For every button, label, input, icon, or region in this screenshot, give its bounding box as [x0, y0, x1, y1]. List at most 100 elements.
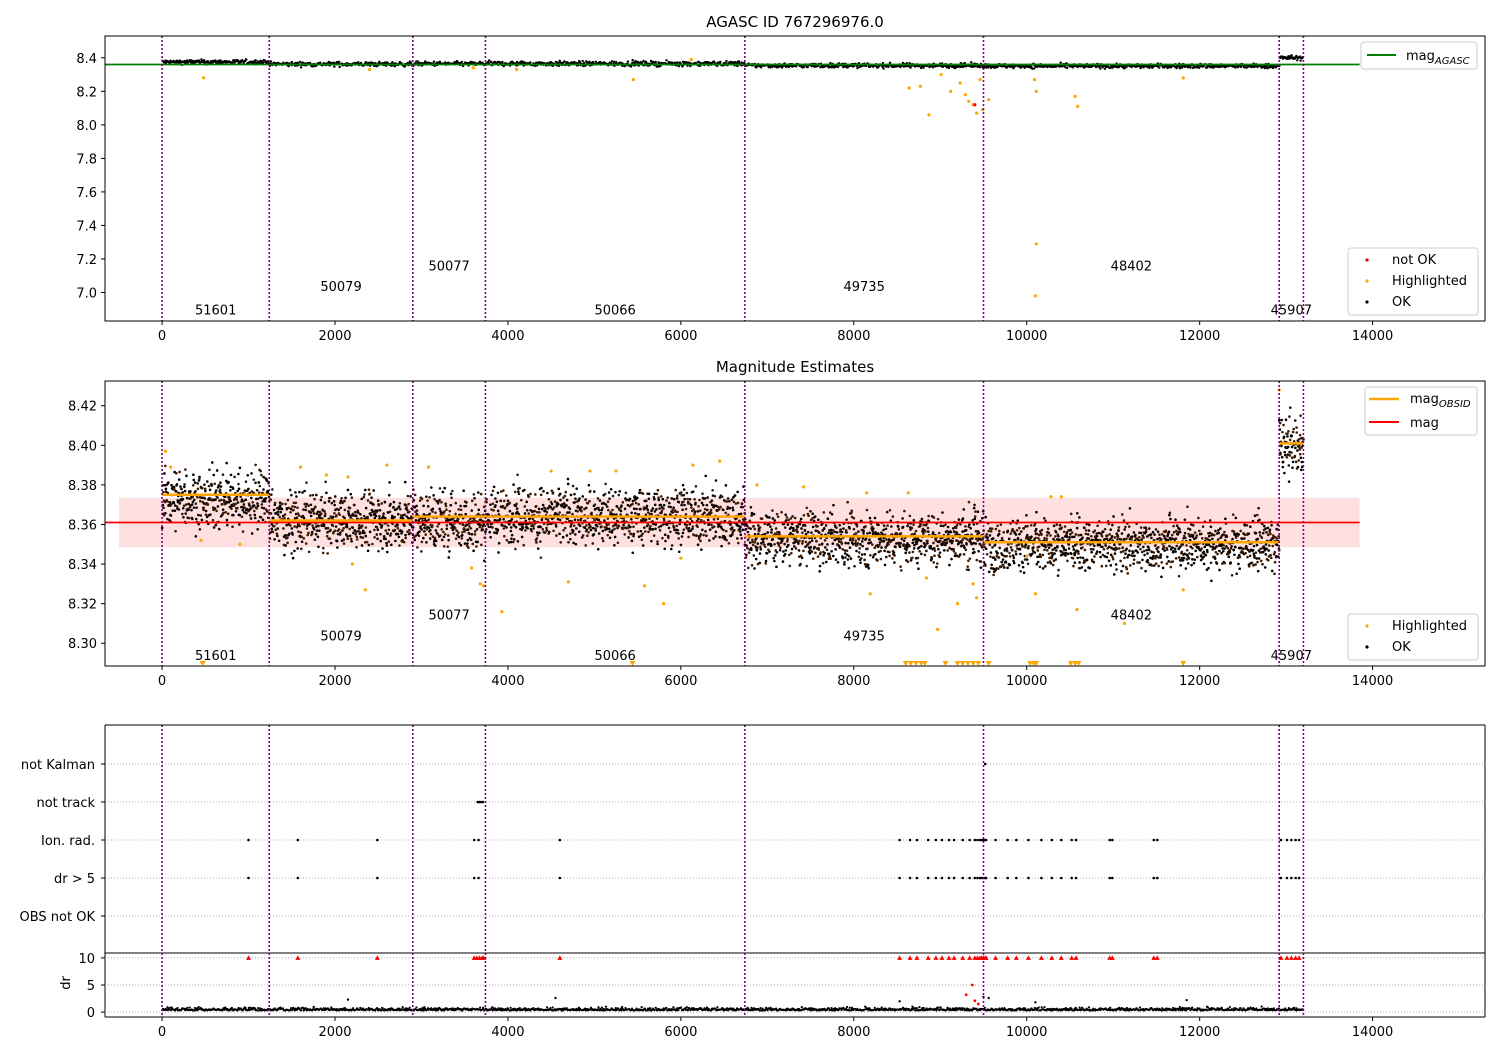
- data-point-ok: [400, 530, 404, 533]
- data-point-ok: [470, 509, 474, 512]
- data-point-ok: [433, 536, 437, 540]
- data-point-ok: [464, 504, 468, 508]
- data-point-ok: [436, 524, 439, 528]
- data-point-ok: [656, 540, 659, 543]
- data-point-ok: [605, 527, 609, 531]
- data-point-ok: [380, 502, 384, 505]
- data-point-ok: [952, 549, 956, 553]
- data-point-ok: [256, 502, 259, 505]
- data-point-ok: [333, 65, 336, 68]
- data-point-ok: [172, 501, 176, 505]
- data-point-ok: [348, 534, 352, 538]
- data-point-ok: [855, 524, 859, 528]
- data-point-ok: [797, 549, 801, 552]
- data-point-ok: [620, 504, 623, 507]
- data-point-ok: [247, 487, 250, 491]
- data-point-ok: [454, 501, 458, 505]
- data-point-ok: [427, 518, 431, 521]
- data-point-ok: [832, 503, 835, 507]
- data-point-ok: [760, 517, 764, 520]
- data-point-ok: [958, 553, 962, 556]
- data-point-ok: [425, 495, 428, 498]
- data-point-ok: [700, 548, 703, 551]
- data-point-ok: [770, 544, 773, 547]
- data-point-ok: [578, 524, 582, 527]
- data-point-ok: [763, 545, 767, 549]
- data-point-ok: [643, 526, 646, 529]
- data-point-ok: [502, 489, 505, 492]
- data-point-ok: [529, 61, 532, 64]
- data-point-ok: [650, 512, 654, 516]
- data-point-ok: [719, 60, 722, 64]
- data-point-ok: [662, 519, 666, 522]
- data-point-ok: [323, 514, 327, 518]
- data-point-ok: [862, 529, 865, 533]
- data-point-ok: [679, 543, 683, 547]
- data-point-ok: [611, 508, 614, 512]
- data-point-ok: [477, 508, 481, 512]
- data-point-ok: [785, 516, 789, 519]
- data-point-ok: [954, 526, 958, 530]
- data-point-ok: [992, 573, 995, 577]
- obsid-label: 50079: [320, 280, 361, 295]
- data-point-ok: [937, 547, 940, 551]
- data-point-ok: [523, 488, 526, 492]
- data-point-ok: [672, 526, 676, 529]
- data-point-ok: [558, 518, 562, 522]
- data-point-ok: [879, 549, 882, 553]
- data-point-ok: [367, 488, 371, 491]
- data-point-ok: [201, 486, 204, 490]
- data-point-ok: [836, 65, 840, 69]
- data-point-ok: [973, 550, 976, 554]
- data-point-ok: [726, 505, 730, 509]
- data-point-ok: [994, 558, 997, 561]
- data-point-ok: [936, 562, 939, 565]
- data-point-ok: [604, 503, 608, 506]
- data-point-ok: [563, 526, 567, 530]
- data-point-ok: [364, 488, 367, 492]
- data-point-ok: [545, 526, 548, 530]
- data-point-ok: [212, 473, 216, 477]
- data-point-ok: [517, 512, 520, 516]
- data-point-ok: [571, 529, 575, 532]
- data-point-ok: [419, 525, 422, 528]
- data-point-ok: [189, 490, 192, 493]
- data-point-ok: [511, 540, 515, 544]
- data-point-ok: [309, 494, 312, 497]
- data-point-ok: [1189, 66, 1192, 69]
- data-point-ok: [398, 507, 402, 511]
- data-point-ok: [740, 502, 744, 505]
- data-point-highlighted: [978, 77, 982, 82]
- data-point-ok: [243, 506, 246, 509]
- data-point-ok: [972, 547, 975, 551]
- data-point-ok: [354, 514, 358, 517]
- data-point-ok: [628, 529, 631, 533]
- data-point-ok: [771, 517, 775, 520]
- data-point-ok: [649, 524, 652, 528]
- data-point-ok: [502, 499, 506, 503]
- data-point-ok: [581, 534, 585, 537]
- data-point-ok: [592, 490, 596, 493]
- data-point-ok: [574, 542, 578, 546]
- data-point-ok: [632, 507, 636, 511]
- data-point-highlighted: [201, 76, 206, 80]
- data-point-ok: [302, 537, 306, 540]
- data-point-ok: [473, 61, 476, 64]
- data-point-ok: [720, 544, 723, 548]
- data-point-ok: [256, 504, 260, 508]
- data-point-ok: [682, 500, 685, 504]
- data-point-ok: [885, 538, 888, 541]
- data-point-ok: [322, 523, 326, 527]
- data-point-ok: [653, 497, 656, 501]
- data-point-ok: [822, 526, 826, 530]
- data-point-ok: [572, 524, 576, 527]
- data-point-ok: [631, 502, 634, 506]
- data-point-ok: [272, 508, 276, 512]
- data-point-ok: [208, 468, 211, 472]
- data-point-ok: [689, 517, 692, 521]
- data-point-ok: [320, 495, 323, 499]
- data-point-ok: [661, 536, 664, 540]
- data-point-ok: [313, 538, 317, 541]
- data-point-ok: [501, 60, 504, 64]
- data-point-ok: [658, 529, 662, 532]
